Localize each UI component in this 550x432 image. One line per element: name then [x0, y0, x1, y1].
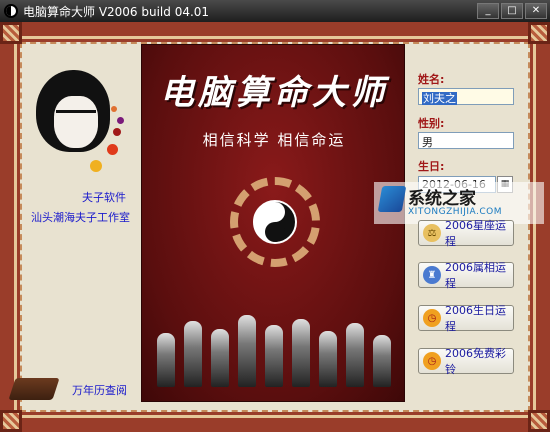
sage-figure [319, 331, 338, 387]
maximize-button[interactable]: □ [501, 3, 523, 19]
book-icon [8, 378, 60, 400]
zodiac-fortune-button[interactable]: ♜ 2006属相运程 [418, 261, 514, 290]
watermark-logo-icon [377, 186, 407, 212]
portrait-face [54, 96, 98, 148]
sage-figure [292, 319, 311, 387]
sage-figure [237, 315, 256, 387]
watermark-url: XITONGZHIJIA.COM [408, 207, 502, 217]
portrait-glasses [56, 110, 96, 120]
yin-yang-app-icon [4, 4, 18, 18]
free-ringtone-button[interactable]: ◷ 2006免费彩铃 [418, 347, 514, 376]
alarm-clock-icon: ◷ [423, 309, 441, 327]
decorative-dot [90, 160, 102, 172]
scales-icon: ⚖ [423, 224, 441, 242]
poster-title: 电脑算命大师 [160, 73, 388, 113]
birthday-label: 生日: [418, 160, 445, 173]
sage-figure [264, 325, 283, 387]
name-label: 姓名: [418, 73, 445, 86]
window-controls: _ □ ✕ [477, 3, 550, 19]
button-label: 2006属相运程 [445, 261, 506, 290]
name-field[interactable]: 刘夫之 [418, 88, 514, 105]
title-bar: 电脑算命大师 V2006 build 04.01 _ □ ✕ [0, 0, 550, 22]
constellation-fortune-button[interactable]: ⚖ 2006星座运程 [418, 219, 514, 248]
brand-label: 夫子软件 [82, 191, 126, 204]
decorative-dot [107, 144, 118, 155]
gender-field[interactable]: 男 [418, 132, 514, 149]
window-title: 电脑算命大师 V2006 build 04.01 [23, 4, 210, 19]
button-label: 2006生日运程 [445, 304, 506, 333]
decorative-dot [113, 128, 121, 136]
poster-slogan: 相信科学 相信命运 [202, 131, 346, 149]
frame-corner-ornament [528, 410, 550, 432]
author-portrait [36, 70, 110, 152]
sage-figure [346, 323, 365, 387]
studio-label: 汕头潮海夫子工作室 [31, 211, 130, 224]
close-button[interactable]: ✕ [525, 3, 547, 19]
sage-figure [210, 329, 229, 387]
decorative-dot [111, 106, 117, 112]
birthday-fortune-button[interactable]: ◷ 2006生日运程 [418, 304, 514, 333]
sage-figures [142, 307, 404, 387]
zodiac-icon: ♜ [423, 266, 441, 284]
gender-label: 性别: [418, 117, 445, 130]
frame-corner-ornament [0, 410, 22, 432]
taiji-icon [253, 200, 297, 244]
sage-figure [373, 335, 392, 387]
sage-figure [183, 321, 202, 387]
frame-corner-ornament [528, 22, 550, 44]
name-value: 刘夫之 [422, 92, 457, 105]
sage-figure [156, 333, 175, 387]
watermark-title: 系统之家 [408, 189, 476, 209]
button-label: 2006免费彩铃 [445, 347, 506, 376]
poster-panel: 电脑算命大师 相信科学 相信命运 [141, 44, 405, 402]
button-label: 2006星座运程 [445, 219, 506, 248]
decorative-dot [117, 117, 124, 124]
frame-corner-ornament [0, 22, 22, 44]
minimize-button[interactable]: _ [477, 3, 499, 19]
calendar-lookup-link[interactable]: 万年历查阅 [72, 382, 127, 398]
alarm-clock-icon: ◷ [423, 352, 441, 370]
